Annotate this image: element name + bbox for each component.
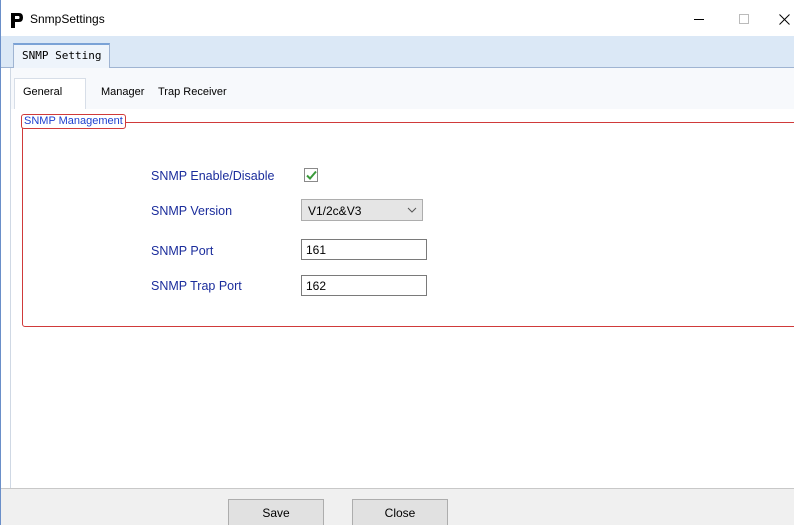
close-icon: [778, 13, 790, 25]
snmp-version-value: V1/2c&V3: [308, 204, 362, 218]
snmp-version-label: SNMP Version: [151, 204, 233, 218]
snmp-trap-port-label: SNMP Trap Port: [151, 279, 242, 293]
window-title: SnmpSettings: [30, 12, 105, 26]
chevron-down-icon: [407, 207, 417, 213]
tab-general[interactable]: General: [23, 86, 62, 101]
snmp-port-label: SNMP Port: [151, 244, 214, 258]
check-mark-icon: [305, 170, 317, 180]
inner-tab-strip: General Manager Trap Receiver: [10, 68, 794, 109]
general-tab-content: SNMP Management SNMP Enable/Disable SNMP…: [10, 109, 794, 488]
title-bar: SnmpSettings: [1, 0, 794, 36]
snmp-enable-label: SNMP Enable/Disable: [151, 169, 275, 183]
tab-manager[interactable]: Manager: [101, 86, 144, 98]
snmp-settings-window: SnmpSettings SNMP Setting General Manage…: [0, 0, 794, 525]
tab-snmp-setting[interactable]: SNMP Setting: [13, 43, 110, 68]
snmp-management-group: [22, 122, 794, 327]
minimize-button[interactable]: [684, 8, 714, 30]
maximize-button[interactable]: [729, 8, 759, 30]
outer-tab-strip: SNMP Setting: [1, 36, 794, 68]
close-button[interactable]: Close: [352, 499, 448, 525]
minimize-icon: [694, 19, 704, 20]
snmp-enable-checkbox[interactable]: [304, 168, 318, 182]
close-window-button[interactable]: [769, 8, 794, 30]
snmp-port-input[interactable]: 161: [301, 239, 427, 260]
snmp-version-select[interactable]: V1/2c&V3: [301, 199, 423, 221]
maximize-icon: [739, 14, 749, 24]
group-title: SNMP Management: [21, 114, 126, 129]
snmp-trap-port-input[interactable]: 162: [301, 275, 427, 296]
bottom-button-bar: Save Close: [1, 488, 794, 525]
tab-trap-receiver[interactable]: Trap Receiver: [158, 86, 227, 98]
save-button[interactable]: Save: [228, 499, 324, 525]
p-logo-icon: [11, 13, 23, 28]
